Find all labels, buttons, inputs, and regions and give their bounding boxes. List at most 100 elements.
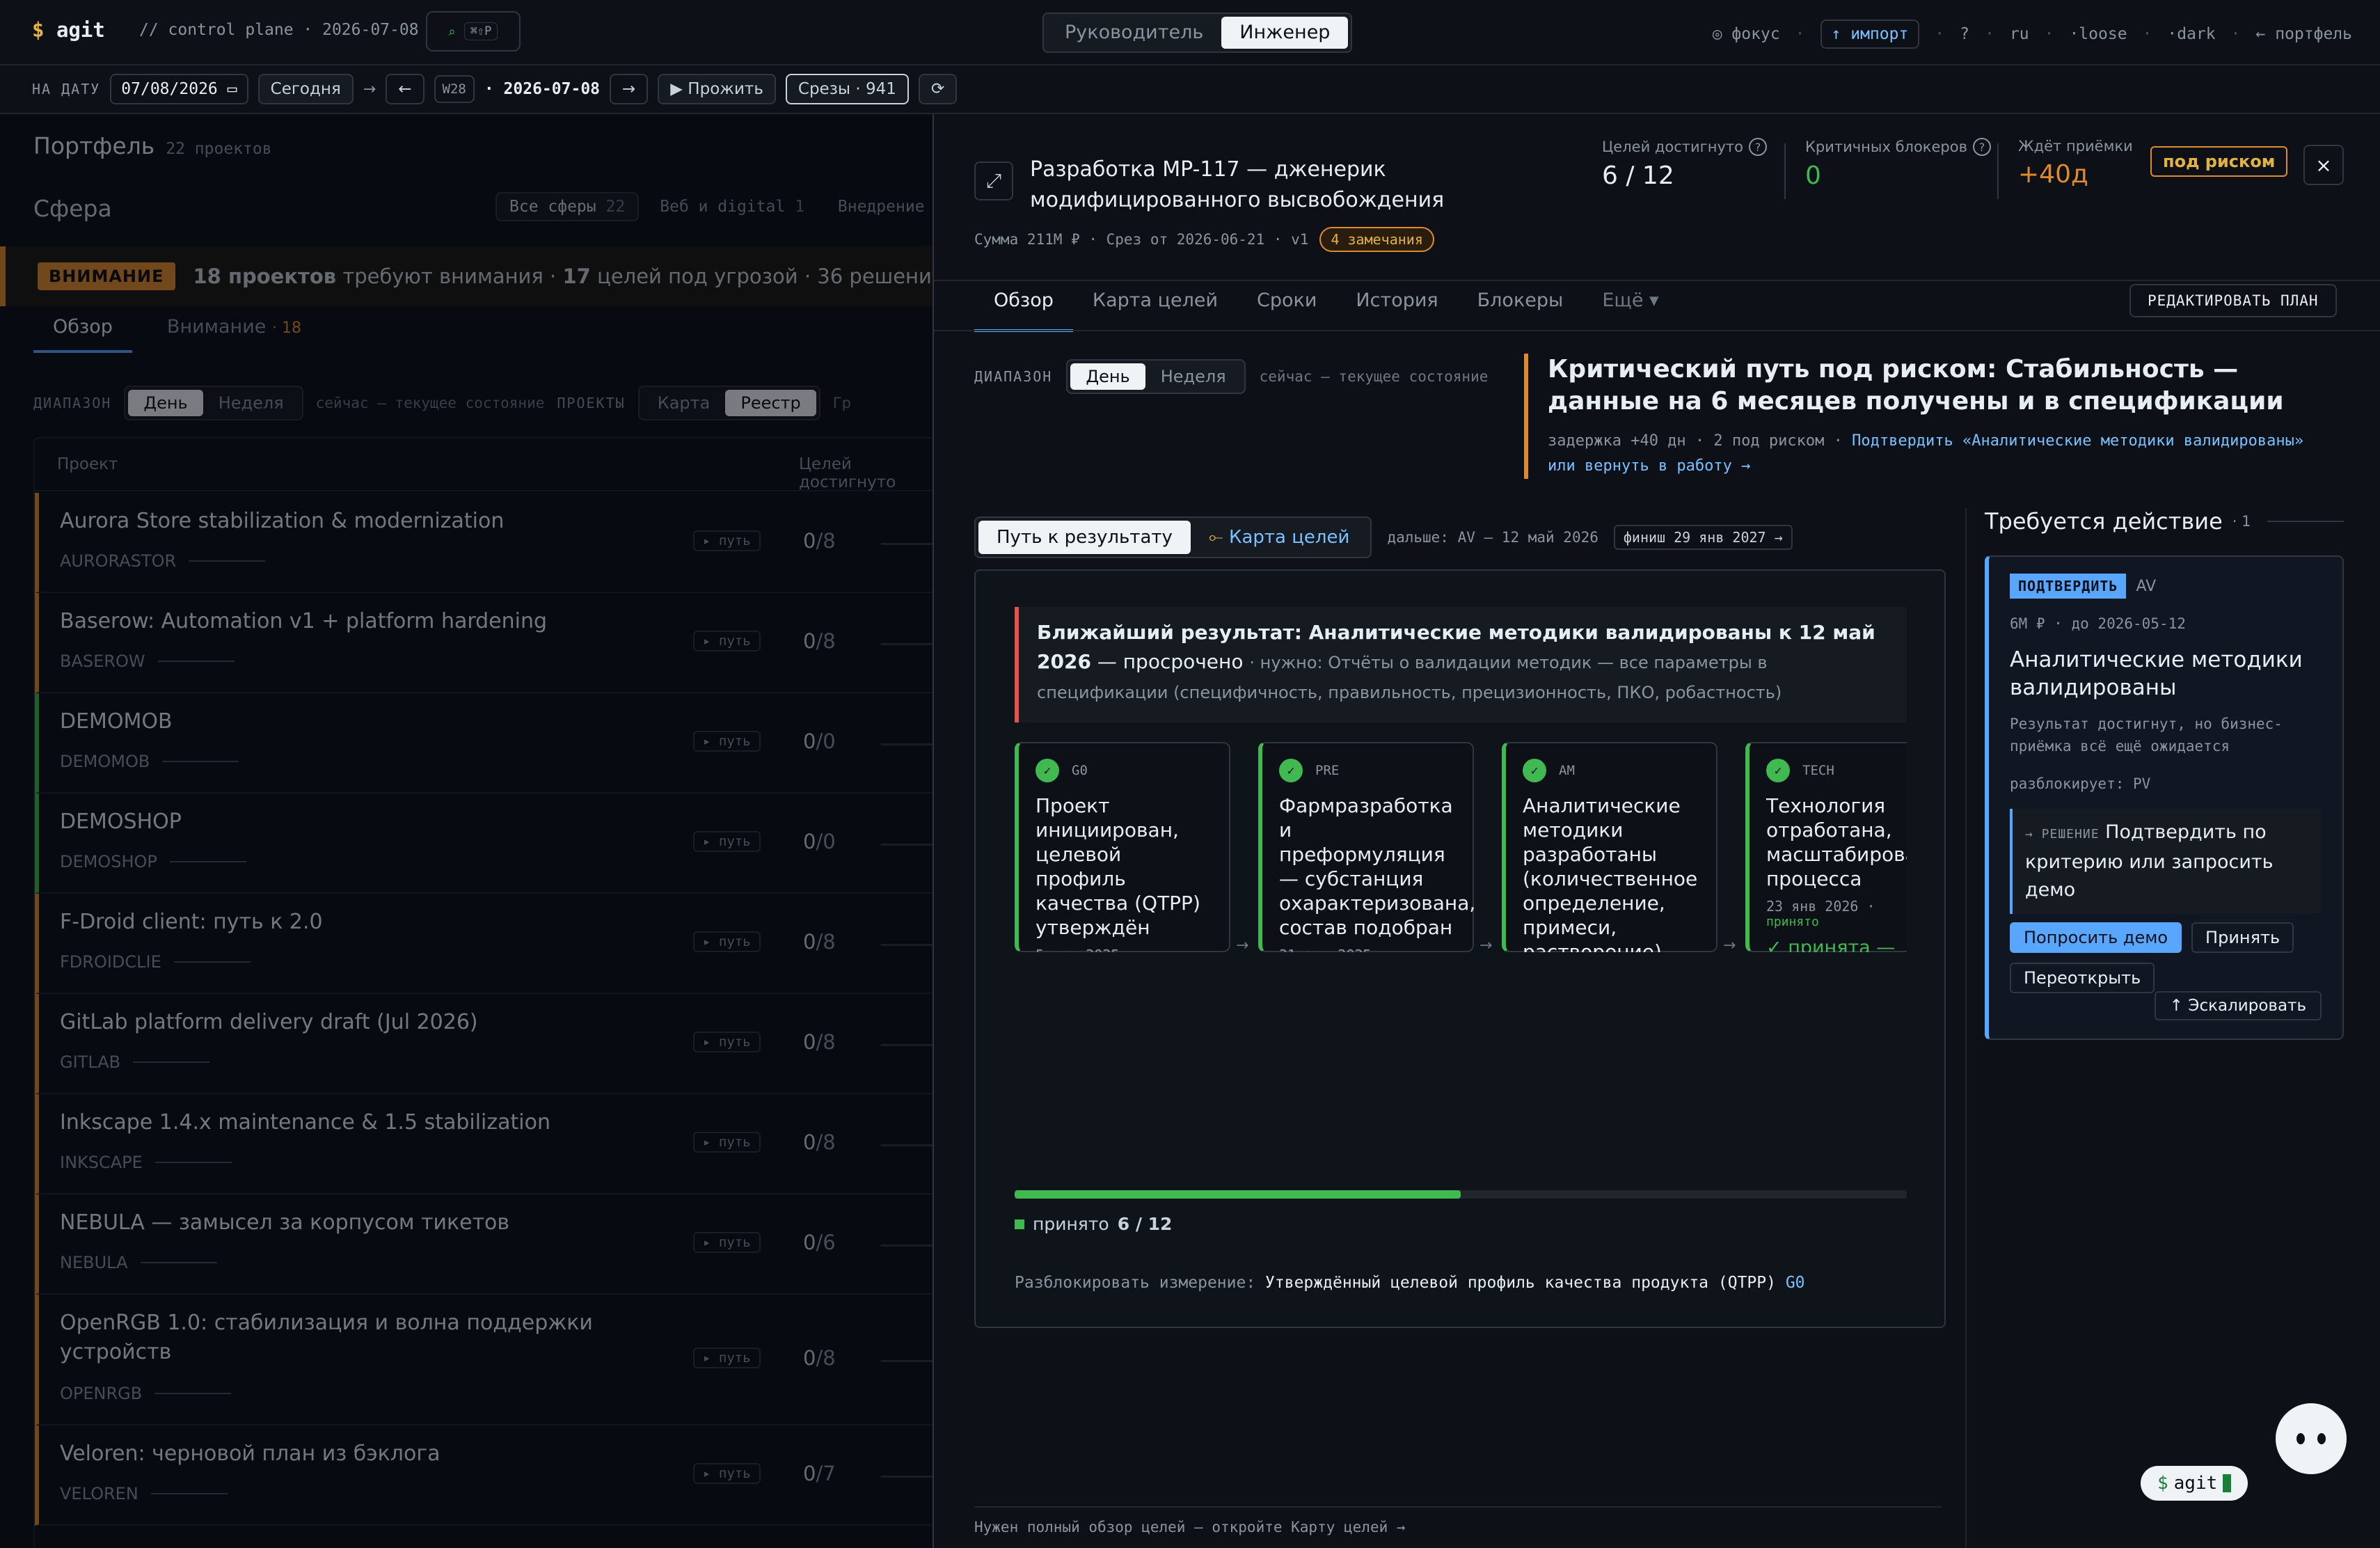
path-button[interactable]: ▸ путь (693, 731, 761, 752)
language-toggle[interactable]: ru (2010, 25, 2029, 43)
goals-done: 0 (803, 1030, 816, 1054)
expand-icon[interactable]: ⤢ (974, 161, 1013, 200)
path-goal-map[interactable]: ⟜ Карта целей (1191, 521, 1368, 554)
path-to-result[interactable]: Путь к результату (978, 521, 1191, 554)
view-map[interactable]: Карта (642, 390, 726, 416)
sphere-filters: Все сферы 22 Веб и digital 1 Внедрение (495, 192, 933, 221)
range-day[interactable]: День (128, 390, 203, 416)
path-button[interactable]: ▸ путь (693, 631, 761, 651)
goals-done: 0 (803, 1462, 816, 1485)
range-week[interactable]: Неделя (203, 390, 299, 416)
stage-card[interactable]: ✓ PRE Фармразработка и преформуляция — суб… (1258, 742, 1475, 952)
table-row[interactable]: DEMOSHOP DEMOSHOP ▸ путь 0/0 (35, 793, 933, 894)
shortcut-hint: ⌘⇧P (463, 22, 498, 40)
view-registry[interactable]: Реестр (725, 390, 816, 416)
stage-card[interactable]: ✓ TECH Технология отработана, масштабирова… (1745, 742, 1907, 952)
focus-toggle[interactable]: ◎ фокус (1713, 25, 1780, 43)
path-button[interactable]: ▸ путь (693, 1232, 761, 1253)
path-button[interactable]: ▸ путь (693, 1348, 761, 1368)
tab-timeline[interactable]: Сроки (1237, 290, 1336, 332)
remarks-badge[interactable]: 4 замечания (1319, 227, 1434, 252)
agent-prompt-pill[interactable]: $ agit (2141, 1466, 2248, 1501)
table-row[interactable]: OpenRGB 1.0: стабилизация и волна поддер… (35, 1295, 933, 1425)
help-icon[interactable]: ? (1748, 138, 1767, 156)
back-to-portfolio-link[interactable]: ← портфель (2256, 25, 2352, 43)
goals-score: 0/8 (803, 529, 836, 553)
next-milestone: дальше: AV — 12 май 2026 (1387, 529, 1598, 546)
help-icon[interactable]: ? (1972, 138, 1991, 156)
tab-attention[interactable]: Внимание · 18 (167, 316, 301, 353)
stage-card[interactable]: ✓ G0 Проект инициирован, целевой профиль к… (1015, 742, 1230, 952)
density-toggle[interactable]: ·loose (2069, 25, 2127, 43)
stage-date: 31 окт 2025 · (1279, 947, 1456, 952)
kpi-label-text: Целей достигнуто (1602, 139, 1743, 155)
nearest-result: Ближайший результат: Аналитические метод… (1015, 607, 1907, 722)
play-button[interactable]: ▶ Прожить (658, 74, 776, 104)
goals-done: 0 (803, 930, 816, 954)
theme-toggle[interactable]: ·dark (2167, 25, 2215, 43)
next-week-button[interactable]: → (610, 74, 649, 104)
filter-web-digital[interactable]: Веб и digital 1 (647, 192, 817, 221)
escalate-button[interactable]: ↑ Эскалировать (2154, 991, 2322, 1020)
path-button[interactable]: ▸ путь (693, 1132, 761, 1153)
goal-bar (881, 1144, 933, 1146)
command-palette-button[interactable]: ⌕ ⌘⇧P (426, 11, 521, 52)
tab-overview[interactable]: Обзор (33, 316, 132, 353)
date-input[interactable]: 07/08/2026 ▭ (110, 74, 248, 104)
role-engineer[interactable]: Инженер (1221, 17, 1349, 49)
tab-blockers[interactable]: Блокеры (1458, 290, 1583, 332)
project-count: 22 проектов (166, 140, 272, 158)
breadcrumb: // control plane · 2026-07-08 (139, 21, 419, 39)
close-icon[interactable]: × (2303, 145, 2344, 185)
accept-button[interactable]: Принять (2191, 922, 2294, 953)
refresh-button[interactable]: ⟳ (918, 74, 958, 104)
cursor-block (2223, 1474, 2232, 1492)
tab-goal-map[interactable]: Карта целей (1073, 290, 1237, 332)
import-button[interactable]: ↑ импорт (1820, 19, 1920, 49)
stage-card[interactable]: ✓ AM Аналитические методики разработаны (к… (1502, 742, 1717, 952)
path-button[interactable]: ▸ путь (693, 931, 761, 952)
range-day[interactable]: День (1070, 363, 1145, 390)
table-row[interactable]: Baserow: Automation v1 + platform harden… (35, 593, 933, 693)
attention-banner[interactable]: ВНИМАНИЕ 18 проектов требуют внимания · … (0, 246, 933, 306)
table-row[interactable]: GitLab platform delivery draft (Jul 2026… (35, 994, 933, 1094)
agent-avatar-icon[interactable] (2276, 1403, 2347, 1474)
goal-map-hint[interactable]: Нужен полный обзор целей — откройте Карт… (974, 1506, 1942, 1535)
table-row[interactable]: Aurora Store stabilization & modernizati… (35, 493, 933, 593)
filter-implementation[interactable]: Внедрение (825, 192, 933, 221)
owner-code: AV (2136, 577, 2157, 595)
drawer-range: ДИАПАЗОН День Неделя сейчас — текущее со… (974, 359, 1488, 394)
kpi-label: Целей достигнуто? (1602, 138, 1767, 156)
filter-all-spheres[interactable]: Все сферы 22 (495, 192, 640, 221)
slices-button[interactable]: Срезы · 941 (785, 74, 909, 104)
path-button[interactable]: ▸ путь (693, 1032, 761, 1052)
attention-text2: целей под угрозой · 36 решений — Аг (597, 264, 933, 288)
today-button[interactable]: Сегодня (257, 74, 354, 104)
path-button[interactable]: ▸ путь (693, 530, 761, 551)
app-logo[interactable]: $ agit (32, 18, 105, 42)
tab-more[interactable]: Ещё ▾ (1582, 290, 1678, 332)
tab-history[interactable]: История (1336, 290, 1457, 332)
table-row[interactable]: F-Droid client: путь к 2.0 FDROIDCLIE ▸ пу… (35, 894, 933, 994)
table-row[interactable]: Inkscape 1.4.x maintenance & 1.5 stabili… (35, 1094, 933, 1194)
finish-pill[interactable]: финиш 29 янв 2027 → (1613, 525, 1793, 550)
top-actions: ◎ фокус · ↑ импорт · ? · ru · ·loose · ·… (1713, 19, 2352, 49)
table-row[interactable]: DEMOMOB DEMOMOB ▸ путь 0/0 (35, 693, 933, 793)
edit-plan-button[interactable]: РЕДАКТИРОВАТЬ ПЛАН (2129, 284, 2337, 317)
help-button[interactable]: ? (1960, 25, 1969, 43)
tab-overview[interactable]: Обзор (974, 290, 1073, 332)
path-button[interactable]: ▸ путь (693, 831, 761, 852)
role-manager[interactable]: Руководитель (1047, 17, 1221, 49)
request-demo-button[interactable]: Попросить демо (2010, 922, 2182, 953)
reopen-button[interactable]: Переоткрыть (2010, 963, 2155, 993)
range-week[interactable]: Неделя (1145, 363, 1241, 390)
table-row[interactable]: NEBULA — замысел за корпусом тикетов NEBU… (35, 1194, 933, 1295)
filter-count: 22 (605, 198, 626, 216)
filter-count: 1 (795, 198, 804, 216)
prev-week-button[interactable]: ← (386, 74, 425, 104)
project-name: GitLab platform delivery draft (Jul 2026… (60, 1010, 478, 1034)
table-row[interactable]: Veloren: черновой план из бэклога VELOREN… (35, 1425, 933, 1526)
view-more[interactable]: Гр (833, 395, 851, 411)
unlock-code[interactable]: G0 (1786, 1274, 1805, 1292)
path-button[interactable]: ▸ путь (693, 1463, 761, 1484)
